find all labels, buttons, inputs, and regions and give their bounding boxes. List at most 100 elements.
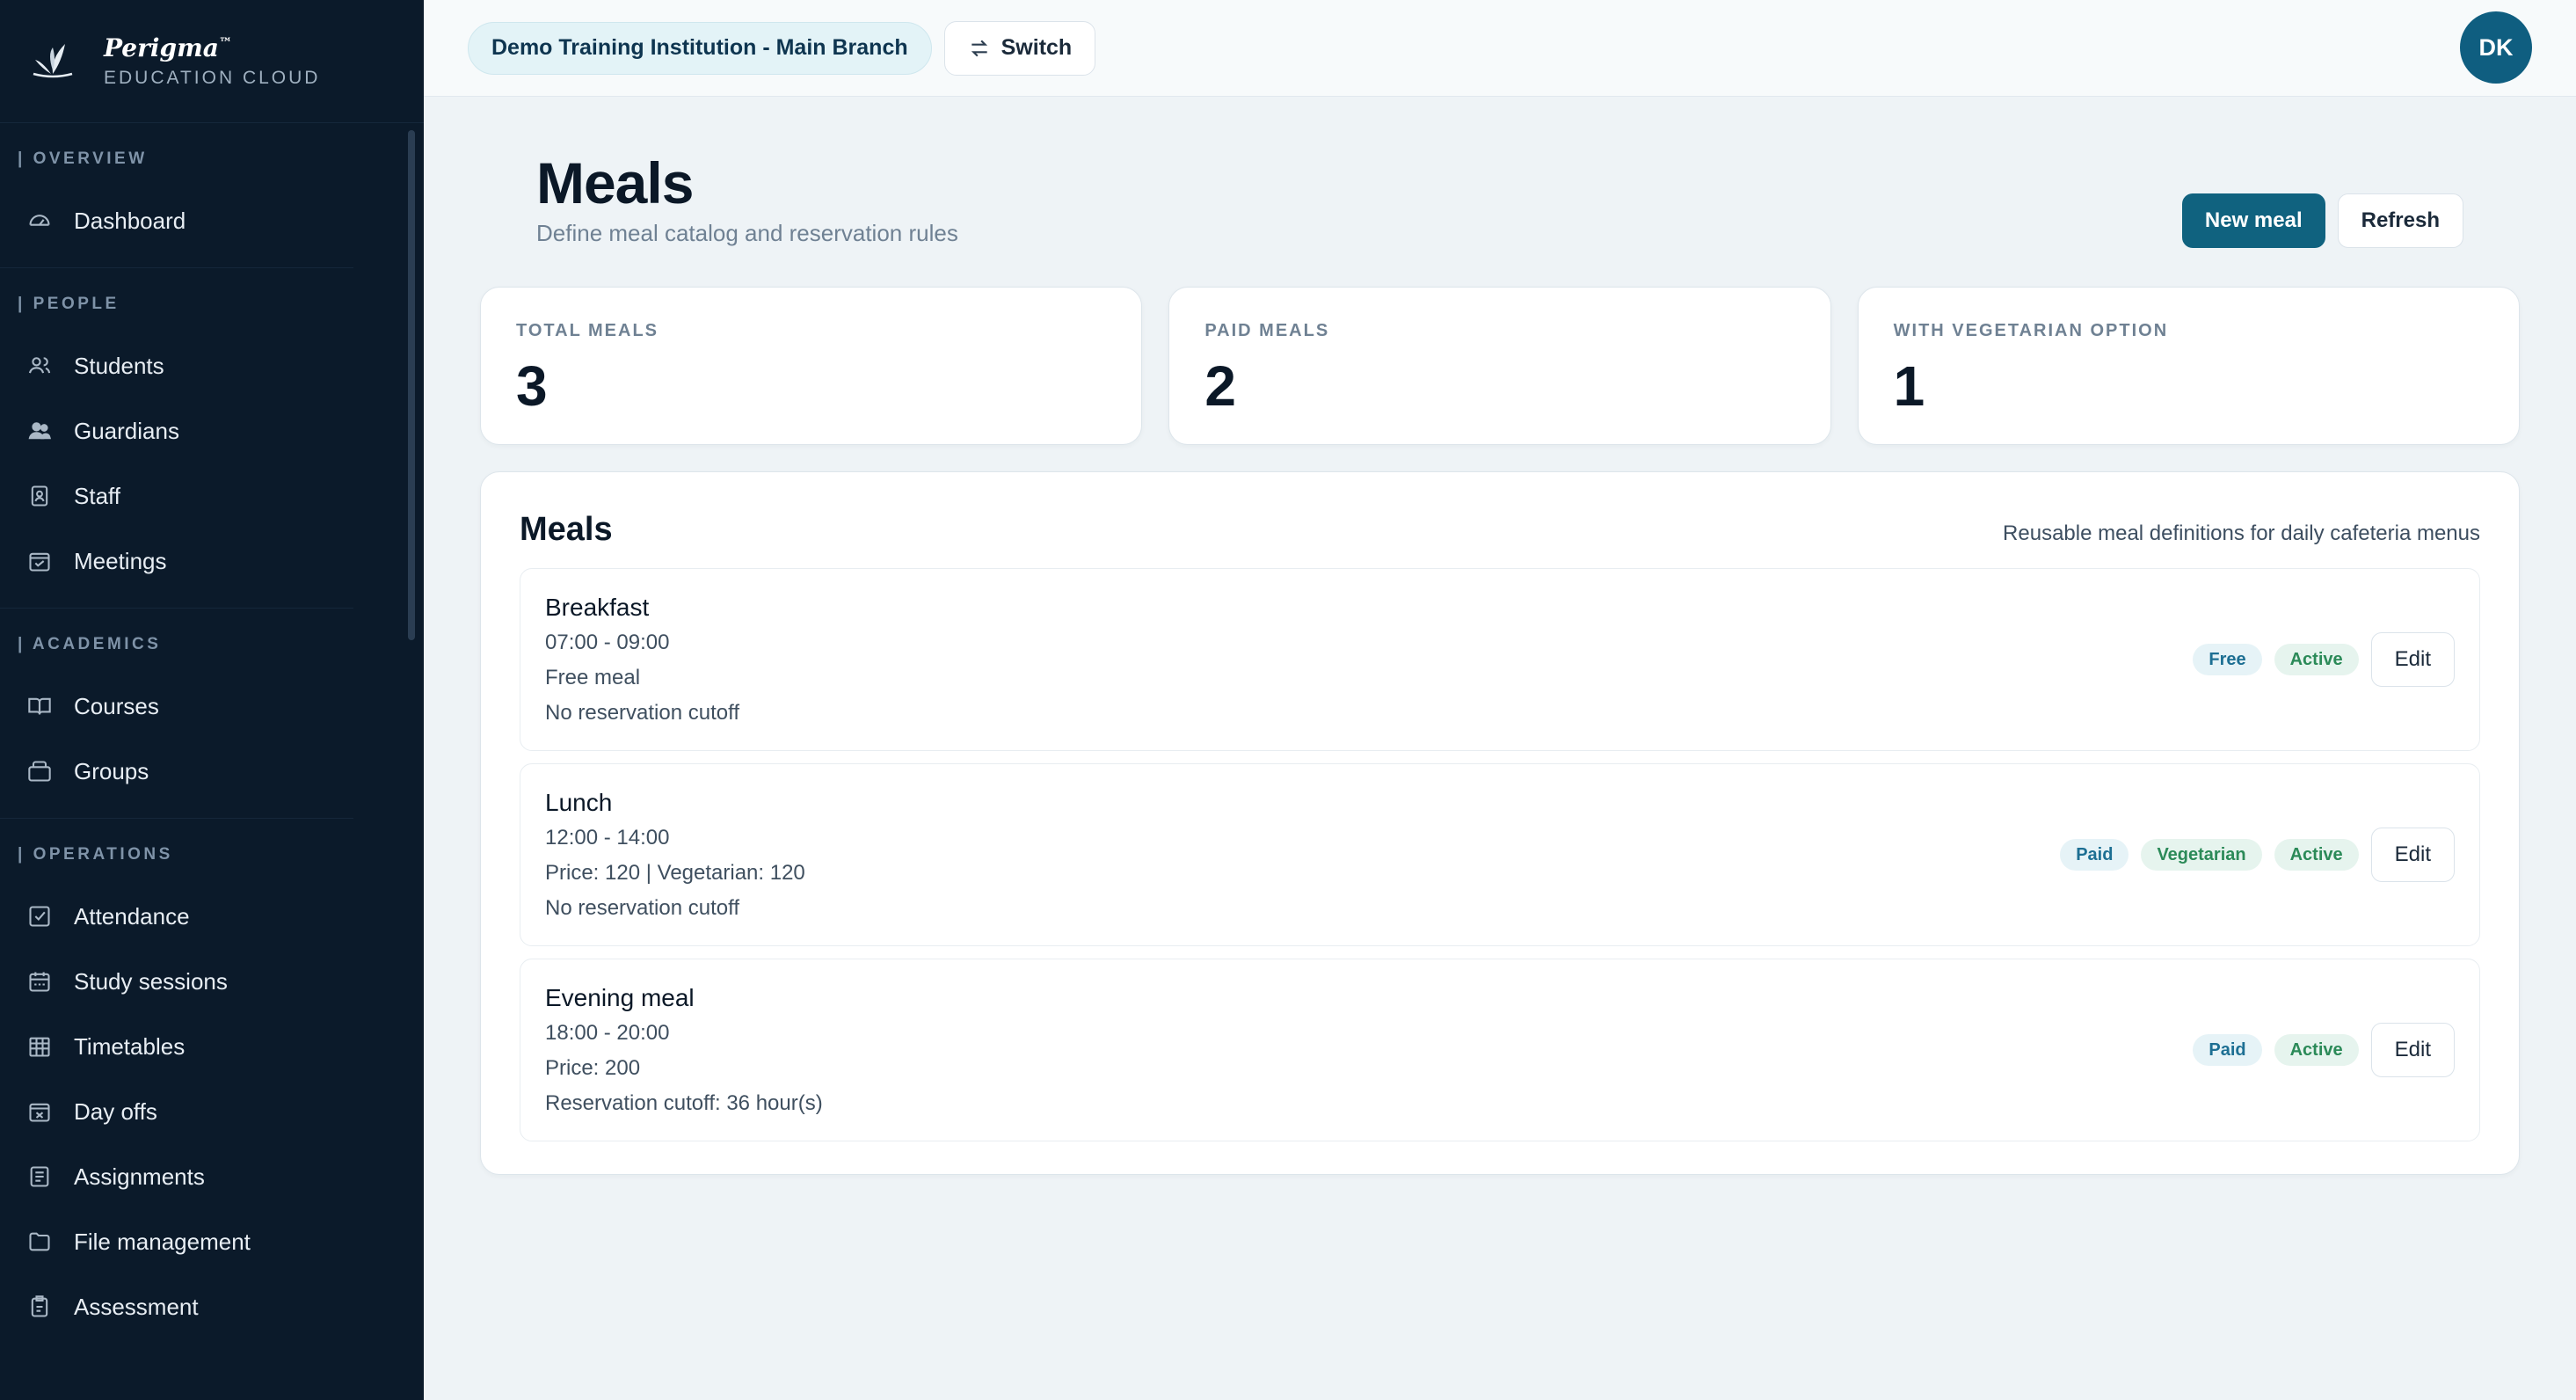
meal-detail: Price: 200: [545, 1056, 641, 1080]
meal-detail: Reservation cutoff: 36 hour(s): [545, 1091, 823, 1115]
avatar[interactable]: DK: [2460, 11, 2532, 84]
main-content: Meals Define meal catalog and reservatio…: [424, 97, 2576, 1400]
panel-title: Meals: [520, 511, 613, 548]
switch-arrows-icon: [971, 40, 987, 56]
students-icon: [26, 353, 53, 379]
sidebar-item-label: Assessment: [74, 1293, 199, 1320]
page-header: Meals Define meal catalog and reservatio…: [480, 97, 2520, 287]
study-sessions-icon: [26, 968, 53, 995]
day-offs-icon: [26, 1098, 53, 1125]
meal-row: Breakfast 07:00 - 09:00 Free meal No reserv…: [520, 568, 2480, 751]
meals-panel: Meals Reusable meal definitions for dail…: [480, 471, 2520, 1175]
new-meal-button[interactable]: New meal: [2181, 193, 2325, 248]
meal-detail: Free meal: [545, 666, 641, 689]
stat-card-total: TOTAL MEALS 3: [480, 287, 1143, 445]
assessment-icon: [26, 1294, 53, 1320]
stat-card-paid: PAID MEALS 2: [1168, 287, 1831, 445]
page-title: Meals: [536, 150, 694, 215]
meal-detail: 18:00 - 20:00: [545, 1021, 670, 1045]
panel-note: Reusable meal definitions for daily cafe…: [2003, 521, 2480, 545]
sidebar-item-assignments[interactable]: Assignments: [18, 1144, 353, 1209]
meal-row: Evening meal 18:00 - 20:00 Price: 200 Reser…: [520, 959, 2480, 1141]
sidebar-item-guardians[interactable]: Guardians: [18, 398, 353, 463]
timetables-icon: [26, 1033, 53, 1060]
sidebar: Perigma™ EDUCATION CLOUD | OVERVIEW Dashb…: [0, 0, 424, 1400]
sidebar-item-attendance[interactable]: Attendance: [18, 884, 353, 949]
stat-label: TOTAL MEALS: [516, 321, 659, 340]
meal-detail: 07:00 - 09:00: [545, 631, 670, 654]
meal-list: Breakfast 07:00 - 09:00 Free meal No reserv…: [520, 568, 2480, 1141]
nav-section-header: | PEOPLE: [18, 295, 120, 313]
sidebar-item-file-management[interactable]: File management: [18, 1209, 353, 1274]
nav-section-header: | ACADEMICS: [18, 635, 162, 653]
stat-value: 2: [1204, 354, 1236, 418]
nav-section-body: | ACADEMICS Courses Groups: [0, 635, 353, 804]
brand-subtitle: EDUCATION CLOUD: [104, 68, 321, 88]
nav-section-header: | OVERVIEW: [18, 149, 148, 168]
nav-section: | OVERVIEW Dashboard: [0, 123, 424, 253]
brand[interactable]: Perigma™ EDUCATION CLOUD: [0, 0, 424, 123]
sidebar-item-day-offs[interactable]: Day offs: [18, 1079, 353, 1144]
sidebar-item-label: Attendance: [74, 902, 190, 930]
page-subtitle: Define meal catalog and reservation rule…: [536, 220, 958, 246]
stat-card-vegetarian: WITH VEGETARIAN OPTION 1: [1857, 287, 2520, 445]
meal-name: Evening meal: [545, 984, 695, 1011]
stat-value: 1: [1893, 354, 1925, 418]
sidebar-item-label: Meetings: [74, 547, 167, 574]
nav-section-body: | OVERVIEW Dashboard: [0, 149, 424, 253]
sidebar-item-assessment[interactable]: Assessment: [18, 1274, 353, 1339]
stat-label: WITH VEGETARIAN OPTION: [1893, 321, 2169, 340]
stats-row: TOTAL MEALS 3 PAID MEALS 2 WITH VEGETARI…: [480, 287, 2520, 445]
sidebar-item-timetables[interactable]: Timetables: [18, 1014, 353, 1079]
refresh-button[interactable]: Refresh: [2337, 193, 2463, 248]
meal-actions: Paid Active Edit: [2180, 1023, 2455, 1077]
meal-actions: Free Active Edit: [2180, 632, 2455, 687]
nav-section: | ACADEMICS Courses Groups: [0, 608, 353, 804]
sidebar-item-label: Guardians: [74, 417, 179, 444]
status-badge: Paid: [2060, 839, 2129, 871]
status-badge: Active: [2274, 644, 2359, 675]
sidebar-item-dashboard[interactable]: Dashboard: [18, 188, 424, 253]
sidebar-item-staff[interactable]: Staff: [18, 463, 353, 529]
sidebar-item-label: Courses: [74, 692, 159, 719]
staff-icon: [26, 483, 53, 509]
status-badge: Active: [2274, 1034, 2359, 1066]
sidebar-item-label: File management: [74, 1228, 251, 1255]
status-badge: Active: [2274, 839, 2359, 871]
groups-icon: [26, 758, 53, 784]
nav-section-header: | OPERATIONS: [18, 845, 173, 864]
sidebar-item-label: Day offs: [74, 1097, 157, 1125]
panel-header: Meals Reusable meal definitions for dail…: [520, 511, 2480, 549]
sidebar-item-courses[interactable]: Courses: [18, 674, 353, 739]
nav-section-body: | PEOPLE Students Guardians Staff Meetings: [0, 295, 353, 594]
edit-meal-button[interactable]: Edit: [2370, 1023, 2455, 1077]
sidebar-item-students[interactable]: Students: [18, 333, 353, 398]
nav-section: | OPERATIONS Attendance Study sessions Time…: [0, 818, 353, 1339]
status-badge: Paid: [2193, 1034, 2262, 1066]
perigma-logo-icon: [33, 43, 73, 77]
meal-detail: No reservation cutoff: [545, 896, 740, 920]
meetings-icon: [26, 548, 53, 574]
meal-actions: Paid Vegetarian Active Edit: [2048, 828, 2455, 882]
sidebar-item-label: Study sessions: [74, 967, 228, 995]
edit-meal-button[interactable]: Edit: [2370, 828, 2455, 882]
stat-value: 3: [516, 354, 548, 418]
org-selector[interactable]: Demo Training Institution - Main Branch: [468, 21, 932, 75]
sidebar-item-groups[interactable]: Groups: [18, 739, 353, 804]
edit-meal-button[interactable]: Edit: [2370, 632, 2455, 687]
sidebar-item-study-sessions[interactable]: Study sessions: [18, 949, 353, 1014]
sidebar-item-label: Dashboard: [74, 207, 186, 234]
file-management-icon: [26, 1229, 53, 1255]
brand-name: Perigma™: [104, 33, 232, 62]
sidebar-item-label: Students: [74, 352, 164, 379]
sidebar-scrollbar[interactable]: [408, 130, 415, 640]
meal-row: Lunch 12:00 - 14:00 Price: 120 | Vegetaria…: [520, 763, 2480, 946]
meal-detail: No reservation cutoff: [545, 701, 740, 725]
sidebar-item-label: Timetables: [74, 1032, 186, 1060]
guardians-icon: [26, 418, 53, 444]
page-actions: New meal Refresh: [2181, 193, 2463, 248]
sidebar-item-meetings[interactable]: Meetings: [18, 529, 353, 594]
meal-name: Breakfast: [545, 594, 650, 621]
attendance-icon: [26, 903, 53, 930]
switch-button[interactable]: Switch: [943, 20, 1096, 76]
